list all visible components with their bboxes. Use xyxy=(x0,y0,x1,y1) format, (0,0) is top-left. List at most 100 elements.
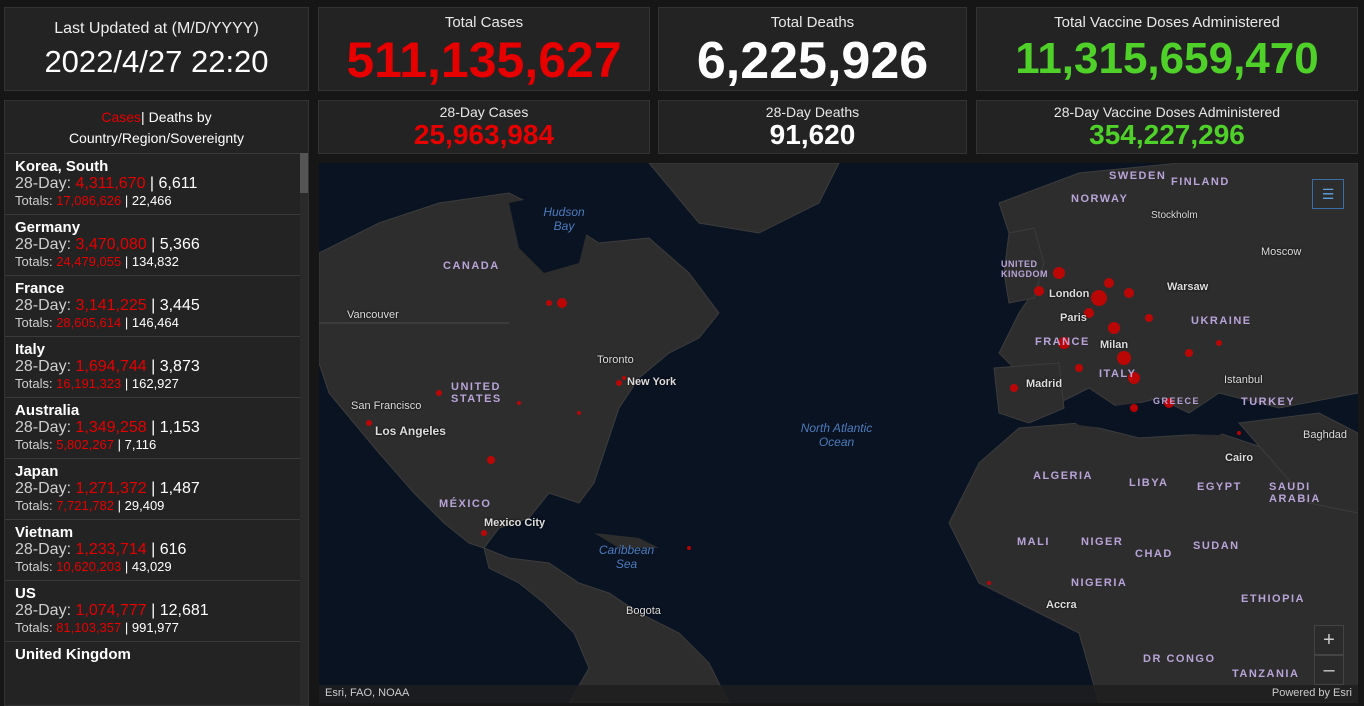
day28-label: 28-Day: xyxy=(15,480,76,497)
total-deaths-label: Total Deaths xyxy=(770,14,855,31)
totals-sep: | xyxy=(114,437,125,452)
day28-row: 28-Day: 1,349,258 | 1,153 xyxy=(15,419,298,437)
totals-sep: | xyxy=(121,254,132,269)
label-norway: NORWAY xyxy=(1071,193,1129,205)
totals-sep: | xyxy=(114,498,125,513)
list-item[interactable]: France 28-Day: 3,141,225 | 3,445 Totals: 2… xyxy=(5,275,308,336)
day28-cases-label: 28-Day Cases xyxy=(439,104,529,120)
day28-deaths: 6,611 xyxy=(158,175,198,192)
city-toronto: Toronto xyxy=(597,354,634,366)
day28-sep: | xyxy=(146,480,160,497)
day28-sep: | xyxy=(146,236,160,253)
list-header-rest: Deaths by xyxy=(144,109,212,125)
legend-list-icon[interactable]: ☰ xyxy=(1312,179,1344,209)
list-item[interactable]: Korea, South 28-Day: 4,311,670 | 6,611 Tot… xyxy=(5,153,308,214)
totals-cases: 5,802,267 xyxy=(56,437,115,452)
label-tanzania: TANZANIA xyxy=(1232,668,1300,680)
totals-label: Totals: xyxy=(15,620,57,635)
day28-cases: 3,141,225 xyxy=(75,297,147,314)
label-united-kingdom: UNITED KINGDOM xyxy=(1001,259,1048,279)
total-vaccine-label: Total Vaccine Doses Administered xyxy=(1054,14,1280,31)
day28-deaths: 3,445 xyxy=(159,297,200,314)
totals-row: Totals: 28,605,614 | 146,464 xyxy=(15,315,298,331)
totals-label: Totals: xyxy=(15,437,57,452)
list-scrollbar[interactable] xyxy=(300,153,308,705)
city-accra: Accra xyxy=(1046,599,1077,611)
totals-sep: | xyxy=(121,376,132,391)
country-name: United Kingdom xyxy=(15,646,131,663)
list-item[interactable]: Vietnam 28-Day: 1,233,714 | 616 Totals: 10… xyxy=(5,519,308,580)
label-egypt: EGYPT xyxy=(1197,481,1242,493)
map-attribution: Esri, FAO, NOAA Powered by Esri xyxy=(319,685,1358,703)
label-greece: GREECE xyxy=(1153,396,1201,406)
day28-deaths: 1,153 xyxy=(159,419,200,436)
total-cases-label: Total Cases xyxy=(444,14,524,31)
list-header-cases: Cases xyxy=(101,109,142,125)
total-vaccine-value: 11,315,659,470 xyxy=(1015,34,1319,83)
city-bogota: Bogota xyxy=(626,605,661,617)
totals-cases: 10,620,203 xyxy=(56,559,122,574)
list-item[interactable]: US 28-Day: 1,074,777 | 12,681 Totals: 81,1… xyxy=(5,580,308,641)
last-updated-label: Last Updated at (M/D/YYYY) xyxy=(54,20,259,37)
day28-row: 28-Day: 1,074,777 | 12,681 xyxy=(15,602,298,620)
day28-label: 28-Day: xyxy=(15,541,76,558)
city-los-angeles: Los Angeles xyxy=(375,424,446,438)
country-list[interactable]: Korea, South 28-Day: 4,311,670 | 6,611 Tot… xyxy=(5,153,308,705)
day28-row: 28-Day: 4,311,670 | 6,611 xyxy=(15,175,298,193)
list-item[interactable]: Japan 28-Day: 1,271,372 | 1,487 Totals: 7,… xyxy=(5,458,308,519)
day28-cases: 1,349,258 xyxy=(75,419,147,436)
label-dr-congo: DR CONGO xyxy=(1143,653,1216,665)
day28-sep: | xyxy=(146,297,160,314)
list-item[interactable]: Italy 28-Day: 1,694,744 | 3,873 Totals: 16… xyxy=(5,336,308,397)
label-chad: CHAD xyxy=(1135,548,1173,560)
list-item[interactable]: Germany 28-Day: 3,470,080 | 5,366 Totals: … xyxy=(5,214,308,275)
totals-cases: 7,721,782 xyxy=(56,498,115,513)
label-canada: CANADA xyxy=(443,260,500,272)
day28-sep: | xyxy=(146,419,160,436)
total-deaths-value: 6,225,926 xyxy=(696,32,929,90)
totals-row: Totals: 7,721,782 | 29,409 xyxy=(15,498,298,514)
totals-deaths: 162,927 xyxy=(131,376,179,391)
list-scroll-thumb[interactable] xyxy=(300,153,308,193)
totals-cases: 16,191,323 xyxy=(56,376,122,391)
totals-row: Totals: 24,479,055 | 134,832 xyxy=(15,254,298,270)
day28-deaths: 5,366 xyxy=(159,236,200,253)
world-map[interactable]: CANADA UNITED STATES MÉXICO ALGERIA LIBY… xyxy=(319,163,1358,703)
zoom-in-button[interactable]: + xyxy=(1314,625,1344,655)
day28-cases: 1,233,714 xyxy=(75,541,147,558)
label-mexico: MÉXICO xyxy=(439,498,492,510)
last-updated-panel: Last Updated at (M/D/YYYY) 2022/4/27 22:… xyxy=(4,7,309,91)
city-san-francisco: San Francisco xyxy=(351,400,422,412)
ocean-hudson-bay: Hudson Bay xyxy=(543,205,585,233)
totals-cases: 24,479,055 xyxy=(56,254,122,269)
totals-deaths: 43,029 xyxy=(131,559,172,574)
day28-vaccine-value: 354,227,296 xyxy=(1089,119,1245,150)
label-algeria: ALGERIA xyxy=(1033,470,1093,482)
list-item[interactable]: United Kingdom28-Day: | Totals: | xyxy=(5,641,308,702)
day28-label: 28-Day: xyxy=(15,236,76,253)
city-mexico-city: Mexico City xyxy=(484,517,546,529)
day28-label: 28-Day: xyxy=(15,358,76,375)
label-finland: FINLAND xyxy=(1171,176,1230,188)
day28-deaths-panel: 28-Day Deaths 91,620 xyxy=(658,100,967,154)
label-turkey: TURKEY xyxy=(1241,396,1296,408)
city-london: London xyxy=(1049,288,1090,300)
zoom-out-button[interactable]: – xyxy=(1314,655,1344,685)
country-name: Korea, South xyxy=(15,158,109,175)
totals-sep: | xyxy=(121,559,132,574)
city-paris: Paris xyxy=(1060,312,1087,324)
label-mali: MALI xyxy=(1017,536,1050,548)
day28-deaths: 1,487 xyxy=(159,480,200,497)
attribution-left: Esri, FAO, NOAA xyxy=(325,687,410,699)
attribution-right[interactable]: Powered by Esri xyxy=(1272,687,1352,699)
day28-deaths-label: 28-Day Deaths xyxy=(765,104,860,120)
list-item[interactable]: Australia 28-Day: 1,349,258 | 1,153 Totals… xyxy=(5,397,308,458)
day28-cases: 1,694,744 xyxy=(75,358,147,375)
ocean-caribbean-sea: Caribbean Sea xyxy=(598,543,655,571)
day28-label: 28-Day: xyxy=(15,175,76,192)
totals-deaths: 991,977 xyxy=(131,620,179,635)
totals-label: Totals: xyxy=(15,315,57,330)
totals-deaths: 29,409 xyxy=(124,498,165,513)
day28-vaccine-panel: 28-Day Vaccine Doses Administered 354,22… xyxy=(976,100,1358,154)
total-deaths-panel: Total Deaths 6,225,926 xyxy=(658,7,967,91)
